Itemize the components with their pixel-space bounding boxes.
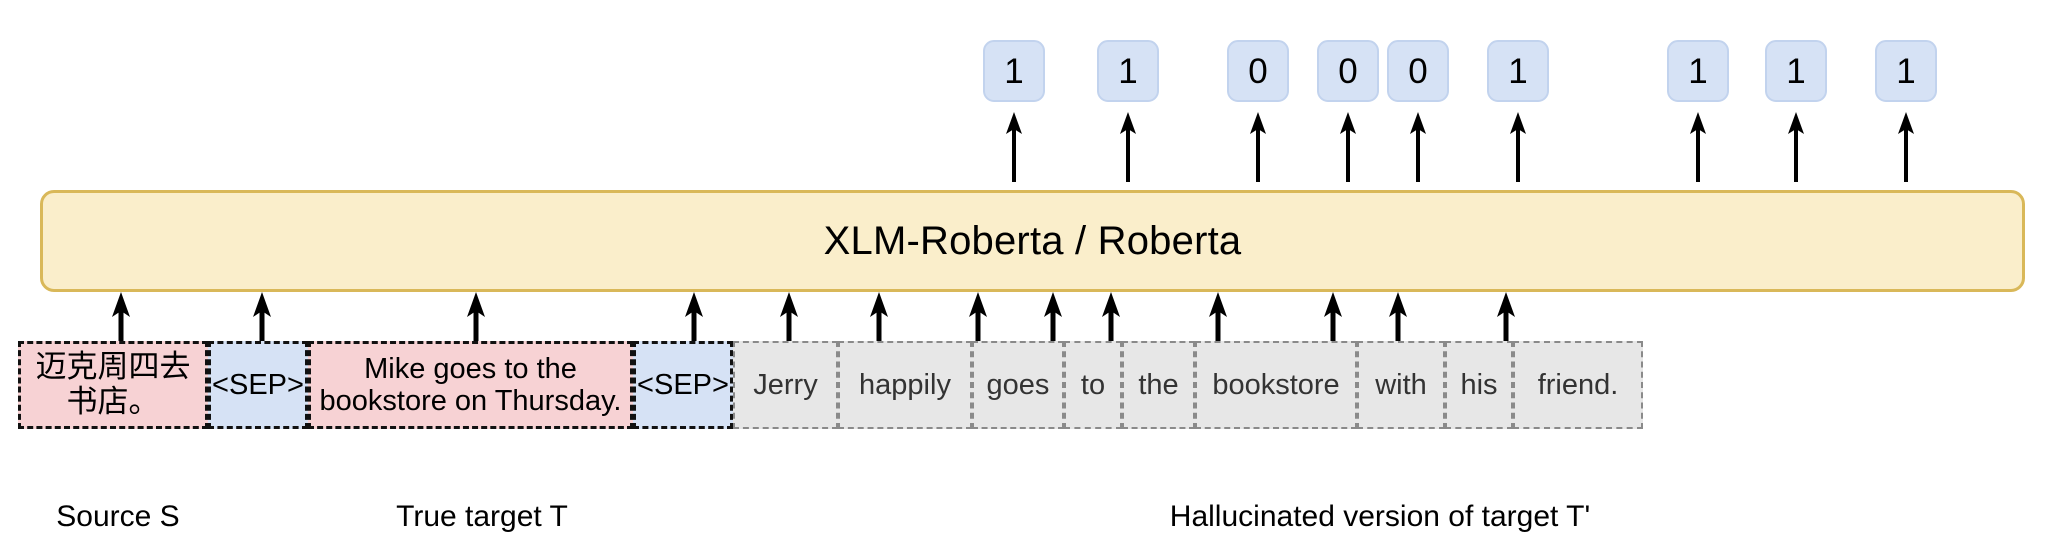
hallucinated-token: his: [1445, 341, 1513, 429]
output-label-chip: 0: [1387, 40, 1449, 102]
output-label-chip: 0: [1317, 40, 1379, 102]
hallucinated-token: goes: [972, 341, 1064, 429]
true-target-segment: Mike goes to the bookstore on Thursday.: [308, 341, 633, 429]
diagram-canvas: 1 1 0 0 0 1 1 1 1 XLM-Roberta / Roberta: [0, 0, 2052, 550]
output-label-chip: 0: [1227, 40, 1289, 102]
up-arrow-icon: [251, 292, 273, 348]
up-arrow-icon: [683, 292, 705, 348]
up-arrow-icon: [1247, 112, 1269, 182]
output-label-value: 1: [1896, 51, 1916, 91]
up-arrow-icon: [868, 292, 890, 348]
hallucinated-token: Jerry: [733, 341, 838, 429]
up-arrow-icon: [110, 292, 132, 348]
output-label-value: 0: [1338, 51, 1358, 91]
up-arrow-icon: [1507, 112, 1529, 182]
output-label-value: 1: [1508, 51, 1528, 91]
model-box-label: XLM-Roberta / Roberta: [823, 218, 1242, 263]
output-label-chip: 1: [1487, 40, 1549, 102]
up-arrow-icon: [778, 292, 800, 348]
up-arrow-icon: [1207, 292, 1229, 348]
hallucinated-token: with: [1357, 341, 1445, 429]
sep-token-2: <SEP>: [633, 341, 733, 429]
output-label-chip: 1: [1765, 40, 1827, 102]
up-arrow-icon: [1387, 292, 1409, 348]
model-box: XLM-Roberta / Roberta: [40, 190, 2025, 292]
up-arrow-icon: [1337, 112, 1359, 182]
hallucinated-token: the: [1122, 341, 1195, 429]
output-label-value: 1: [1004, 51, 1024, 91]
up-arrow-icon: [1100, 292, 1122, 348]
output-label-value: 1: [1688, 51, 1708, 91]
output-label-chip: 1: [1875, 40, 1937, 102]
up-arrow-icon: [1042, 292, 1064, 348]
output-label-value: 1: [1118, 51, 1138, 91]
output-label-value: 0: [1408, 51, 1428, 91]
caption-true-target: True target T: [396, 500, 568, 533]
up-arrow-icon: [1003, 112, 1025, 182]
up-arrow-icon: [1322, 292, 1344, 348]
up-arrow-icon: [1895, 112, 1917, 182]
source-segment: 迈克周四去书店。: [18, 341, 208, 429]
input-sequence: 迈克周四去书店。 <SEP> Mike goes to the bookstor…: [18, 341, 1643, 429]
hallucinated-token: to: [1064, 341, 1122, 429]
output-label-value: 1: [1786, 51, 1806, 91]
up-arrow-icon: [1117, 112, 1139, 182]
hallucinated-token: bookstore: [1195, 341, 1357, 429]
caption-hallucinated: Hallucinated version of target T': [1169, 500, 1591, 533]
output-label-chip: 1: [1667, 40, 1729, 102]
output-label-value: 0: [1248, 51, 1268, 91]
output-label-chip: 1: [1097, 40, 1159, 102]
sep-token-1: <SEP>: [208, 341, 308, 429]
output-label-chip: 1: [983, 40, 1045, 102]
hallucinated-token: friend.: [1513, 341, 1643, 429]
caption-source: Source S: [56, 500, 180, 533]
hallucinated-token: happily: [838, 341, 972, 429]
up-arrow-icon: [967, 292, 989, 348]
up-arrow-icon: [1785, 112, 1807, 182]
up-arrow-icon: [1687, 112, 1709, 182]
up-arrow-icon: [1407, 112, 1429, 182]
up-arrow-icon: [1495, 292, 1517, 348]
up-arrow-icon: [465, 292, 487, 348]
